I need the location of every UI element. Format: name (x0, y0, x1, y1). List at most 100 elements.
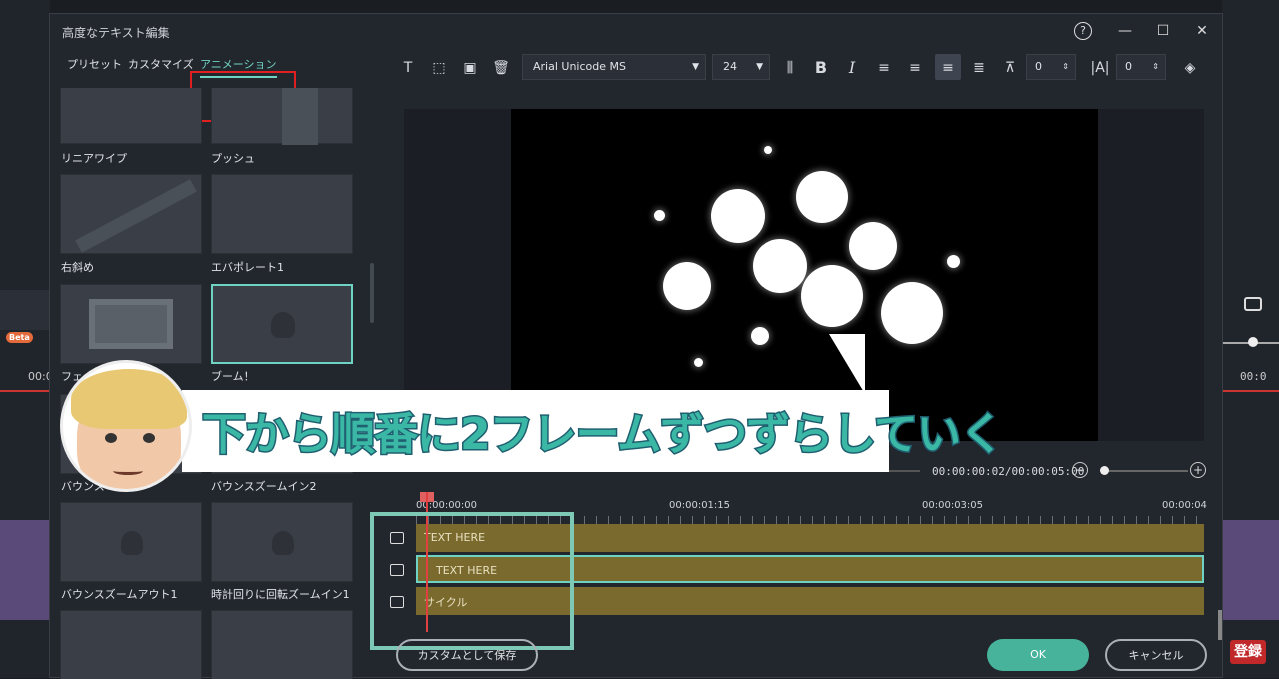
font-select-value: Arial Unicode MS (533, 60, 626, 73)
bubble (753, 239, 807, 293)
caption-banner: 下から順番に2フレームずつずらしていく (182, 390, 1005, 472)
zoom-slider-knob[interactable] (1100, 466, 1109, 475)
zoom-in-icon[interactable]: + (1190, 462, 1206, 478)
background-strip (0, 290, 50, 330)
add-text-icon[interactable]: T (398, 58, 418, 78)
background-time-label-right: 00:0 (1240, 370, 1267, 383)
animation-thumb-boom[interactable] (211, 284, 353, 364)
justify-icon[interactable]: ≣ (969, 58, 989, 78)
char-spacing-value: 0 (1125, 60, 1132, 73)
add-shape-icon[interactable]: ⬚ (429, 58, 449, 78)
animation-thumb-extra-1[interactable] (60, 610, 202, 679)
text-toolbar: T ⬚ ▣ 🗑 Arial Unicode MS ▼ 24 ▼ ⫼ B I ≡ … (380, 48, 1224, 88)
animation-label: プッシュ (211, 152, 255, 165)
timeline: 00:00:00:00 00:00:01:15 00:00:03:05 00:0… (370, 492, 1224, 650)
animation-thumb-bounce-zoom-out[interactable] (60, 502, 202, 582)
maximize-icon[interactable]: ☐ (1154, 22, 1172, 40)
timeline-scrollbar[interactable] (1218, 610, 1222, 640)
close-icon[interactable]: ✕ (1193, 22, 1211, 40)
add-image-icon[interactable]: ▣ (460, 58, 480, 78)
line-spacing-value: 0 (1035, 60, 1042, 73)
bubble (711, 189, 765, 243)
bubble (947, 255, 960, 268)
stepper-icon[interactable]: ⇕ (1152, 55, 1159, 79)
help-icon[interactable]: ? (1074, 22, 1092, 40)
animation-thumb-fade[interactable] (60, 284, 202, 364)
minimize-icon[interactable]: — (1116, 22, 1134, 40)
bubble (654, 210, 665, 221)
animation-label: エバポレート1 (211, 261, 284, 274)
background-zoom-knob[interactable] (1248, 337, 1258, 347)
chevron-down-icon: ▼ (756, 62, 763, 72)
char-spacing-icon: |A| (1090, 60, 1110, 76)
animation-thumb-right-diagonal[interactable] (60, 174, 202, 254)
ruler-tick: 00:00:04 (1162, 500, 1207, 511)
ruler-tick: 00:00:01:15 (669, 500, 731, 511)
background-playhead-line (0, 390, 50, 392)
tab-bar: プリセット カスタマイズ アニメーション (50, 48, 380, 122)
timecode: 00:00:00:02/00:00:05:00 (932, 465, 1085, 478)
highlight-box-timeline (370, 512, 574, 650)
caption-text: 下から順番に2フレームずつずらしていく (201, 408, 1006, 462)
cancel-button[interactable]: キャンセル (1105, 639, 1207, 671)
animation-label: ブーム！ (211, 370, 255, 383)
bubble (849, 222, 897, 270)
animation-label: 右斜め (61, 261, 94, 274)
background-clip (0, 520, 50, 620)
shape-triangle (829, 334, 865, 394)
tab-customize[interactable]: カスタマイズ (128, 56, 194, 72)
animation-label: リニアワイプ (61, 152, 127, 165)
background-right-panel: 00:0 (1222, 0, 1279, 678)
subscribe-badge[interactable]: 登録 (1230, 640, 1266, 664)
background-clip-right (1222, 520, 1279, 620)
zoom-slider-track[interactable] (1102, 470, 1188, 472)
font-select[interactable]: Arial Unicode MS ▼ (522, 54, 706, 80)
layers-icon[interactable]: ◈ (1180, 58, 1200, 78)
align-center-icon[interactable]: ≡ (938, 58, 958, 78)
dialog-title: 高度なテキスト編集 (62, 26, 170, 40)
ruler-tick: 00:00:03:05 (922, 500, 984, 511)
bubble (764, 146, 772, 154)
title-bar: 高度なテキスト編集 ? — ☐ ✕ (50, 14, 1224, 48)
align-right-icon[interactable]: ≡ (905, 58, 925, 78)
bold-button[interactable]: B (811, 58, 831, 78)
animation-label: バウンスズームアウト1 (61, 588, 178, 601)
background-left-panel: Beta 00:0 (0, 0, 53, 678)
bubble (881, 282, 943, 344)
animation-thumb-evaporate[interactable] (211, 174, 353, 254)
avatar-mouth (113, 467, 143, 475)
beta-badge: Beta (6, 332, 33, 343)
font-size-value: 24 (723, 60, 737, 73)
camera-icon[interactable] (1244, 297, 1262, 311)
animation-list-scrollbar[interactable] (370, 263, 374, 323)
animation-thumb-clockwise-zoom[interactable] (211, 502, 353, 582)
align-left-icon[interactable]: ≡ (874, 58, 894, 78)
stepper-icon[interactable]: ⇕ (1062, 55, 1069, 79)
bubble (663, 262, 711, 310)
animation-thumb-linear-wipe[interactable] (60, 88, 202, 144)
bubble (801, 265, 863, 327)
animation-label: 時計回りに回転ズームイン1 (211, 588, 350, 601)
animation-thumb-extra-2[interactable] (211, 610, 353, 679)
font-size-select[interactable]: 24 ▼ (712, 54, 770, 80)
delete-icon[interactable]: 🗑 (491, 58, 511, 78)
background-playhead-line-right (1222, 390, 1279, 392)
animation-thumb-push[interactable] (211, 88, 353, 145)
chevron-down-icon: ▼ (692, 62, 699, 72)
avatar-hair (71, 369, 187, 429)
avatar-eye (143, 433, 155, 443)
line-spacing-icon: ⊼ (1004, 60, 1016, 76)
avatar (60, 360, 192, 492)
char-spacing-input[interactable]: 0 ⇕ (1116, 54, 1166, 80)
zoom-out-icon[interactable]: − (1072, 462, 1088, 478)
advanced-text-edit-dialog: 高度なテキスト編集 ? — ☐ ✕ プリセット カスタマイズ アニメーション ▼… (49, 13, 1224, 679)
ok-button[interactable]: OK (987, 639, 1089, 671)
save-as-custom-button[interactable]: カスタムとして保存 (396, 639, 538, 671)
animation-label: バウンスズームイン2 (211, 480, 317, 493)
bubble (694, 358, 703, 367)
tab-preset[interactable]: プリセット (67, 56, 122, 72)
italic-button[interactable]: I (842, 58, 862, 78)
avatar-eye (105, 433, 117, 443)
line-spacing-input[interactable]: 0 ⇕ (1026, 54, 1076, 80)
text-height-icon[interactable]: ⫼ (780, 58, 800, 78)
